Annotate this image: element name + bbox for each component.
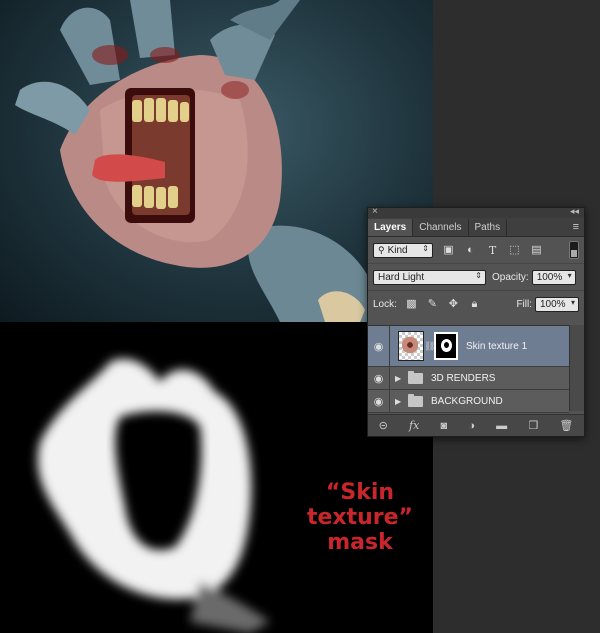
- fill-input[interactable]: 100% ▾: [535, 296, 579, 312]
- close-icon[interactable]: ×: [372, 206, 378, 217]
- layer-thumbnail[interactable]: [398, 331, 424, 361]
- eye-visibility-icon[interactable]: ◉: [368, 367, 390, 389]
- adjustment-layer-icon[interactable]: ◑: [468, 420, 475, 432]
- search-icon: ⚲: [378, 244, 385, 255]
- chevron-down-icon[interactable]: ▾: [571, 298, 575, 307]
- layer-name[interactable]: Skin texture 1: [466, 341, 527, 352]
- panel-menu-icon[interactable]: ≡: [573, 221, 579, 233]
- add-mask-icon[interactable]: ◙: [440, 420, 447, 432]
- blend-row: Hard Light ⇕ Opacity: 100% ▾: [368, 263, 584, 290]
- caption-line: “Skin: [325, 480, 395, 505]
- lock-transparent-pixels-icon[interactable]: ▩: [405, 298, 418, 311]
- updown-arrows-icon: ⇕: [422, 243, 429, 253]
- type-filter-icon[interactable]: T: [486, 244, 499, 257]
- opacity-value: 100%: [536, 271, 563, 283]
- panel-titlebar[interactable]: × ◂◂: [368, 206, 584, 218]
- fx-icon[interactable]: fx: [409, 419, 419, 432]
- smart-object-filter-icon[interactable]: ▤: [530, 244, 543, 257]
- lock-image-pixels-icon[interactable]: ✎: [426, 298, 439, 311]
- tab-channels[interactable]: Channels: [413, 219, 469, 236]
- layer-name[interactable]: 3D RENDERS: [431, 373, 495, 384]
- filter-kind-dropdown[interactable]: ⚲ Kind ⇕: [373, 242, 433, 258]
- expand-triangle-icon[interactable]: ▶: [395, 397, 405, 406]
- lock-label: Lock:: [373, 298, 397, 310]
- filter-toggle-switch[interactable]: [569, 241, 579, 259]
- caption-line: mask: [327, 530, 393, 555]
- filter-kind-label: Kind: [387, 244, 408, 256]
- opacity-label: Opacity:: [492, 271, 529, 283]
- shape-filter-icon[interactable]: ⬚: [508, 244, 521, 257]
- trash-icon[interactable]: 🗑︎: [559, 419, 573, 432]
- updown-arrows-icon: ⇕: [475, 270, 482, 280]
- layers-list: ◉ ⛓︎ Skin texture 1 ◉ ▶ 3D RENDERS ◉ ▶ B…: [368, 325, 569, 413]
- lock-row: Lock: ▩ ✎ ✥ 🔒︎ Fill: 100% ▾: [368, 290, 584, 317]
- adjustment-filter-icon[interactable]: ◐: [464, 244, 477, 257]
- image-filter-icon[interactable]: ▣: [442, 244, 455, 257]
- lock-all-icon[interactable]: 🔒︎: [468, 298, 481, 311]
- panel-bottom-toolbar: ⊝ fx ◙ ◑ ▬ ❐ 🗑︎: [368, 414, 584, 436]
- fill-value: 100%: [540, 298, 566, 310]
- new-layer-icon[interactable]: ❐: [528, 419, 538, 432]
- collapse-icon[interactable]: ◂◂: [570, 206, 579, 217]
- tab-paths[interactable]: Paths: [469, 219, 508, 236]
- mask-caption: “Skin texture” mask: [300, 480, 420, 555]
- eye-visibility-icon[interactable]: ◉: [368, 390, 390, 412]
- caption-line: texture”: [306, 505, 414, 530]
- layer-row-skin-texture[interactable]: ◉ ⛓︎ Skin texture 1: [368, 326, 569, 367]
- folder-icon: [408, 370, 423, 384]
- link-layers-icon[interactable]: ⊝: [379, 419, 388, 432]
- layer-group-3d-renders[interactable]: ◉ ▶ 3D RENDERS: [368, 367, 569, 390]
- new-group-icon[interactable]: ▬: [496, 420, 507, 432]
- blend-mode-value: Hard Light: [378, 271, 425, 283]
- eye-visibility-icon[interactable]: ◉: [368, 326, 390, 366]
- layer-group-background[interactable]: ◉ ▶ BACKGROUND: [368, 390, 569, 413]
- layer-name[interactable]: BACKGROUND: [431, 396, 503, 407]
- layer-mask-thumbnail[interactable]: [434, 332, 458, 360]
- panel-tabs: Layers Channels Paths ≡: [368, 218, 584, 237]
- layers-scrollbar[interactable]: [569, 325, 584, 411]
- blend-mode-dropdown[interactable]: Hard Light ⇕: [373, 269, 486, 285]
- expand-triangle-icon[interactable]: ▶: [395, 374, 405, 383]
- filter-row: ⚲ Kind ⇕ ▣ ◐ T ⬚ ▤: [368, 237, 584, 263]
- lock-position-icon[interactable]: ✥: [447, 298, 460, 311]
- chain-link-icon[interactable]: ⛓︎: [424, 341, 435, 352]
- chevron-down-icon[interactable]: ▾: [568, 271, 572, 280]
- tab-layers[interactable]: Layers: [368, 219, 414, 236]
- layers-panel: × ◂◂ Layers Channels Paths ≡ ⚲ Kind ⇕ ▣ …: [367, 206, 585, 437]
- folder-icon: [408, 393, 423, 407]
- opacity-input[interactable]: 100% ▾: [531, 269, 576, 285]
- fill-label: Fill:: [516, 298, 532, 310]
